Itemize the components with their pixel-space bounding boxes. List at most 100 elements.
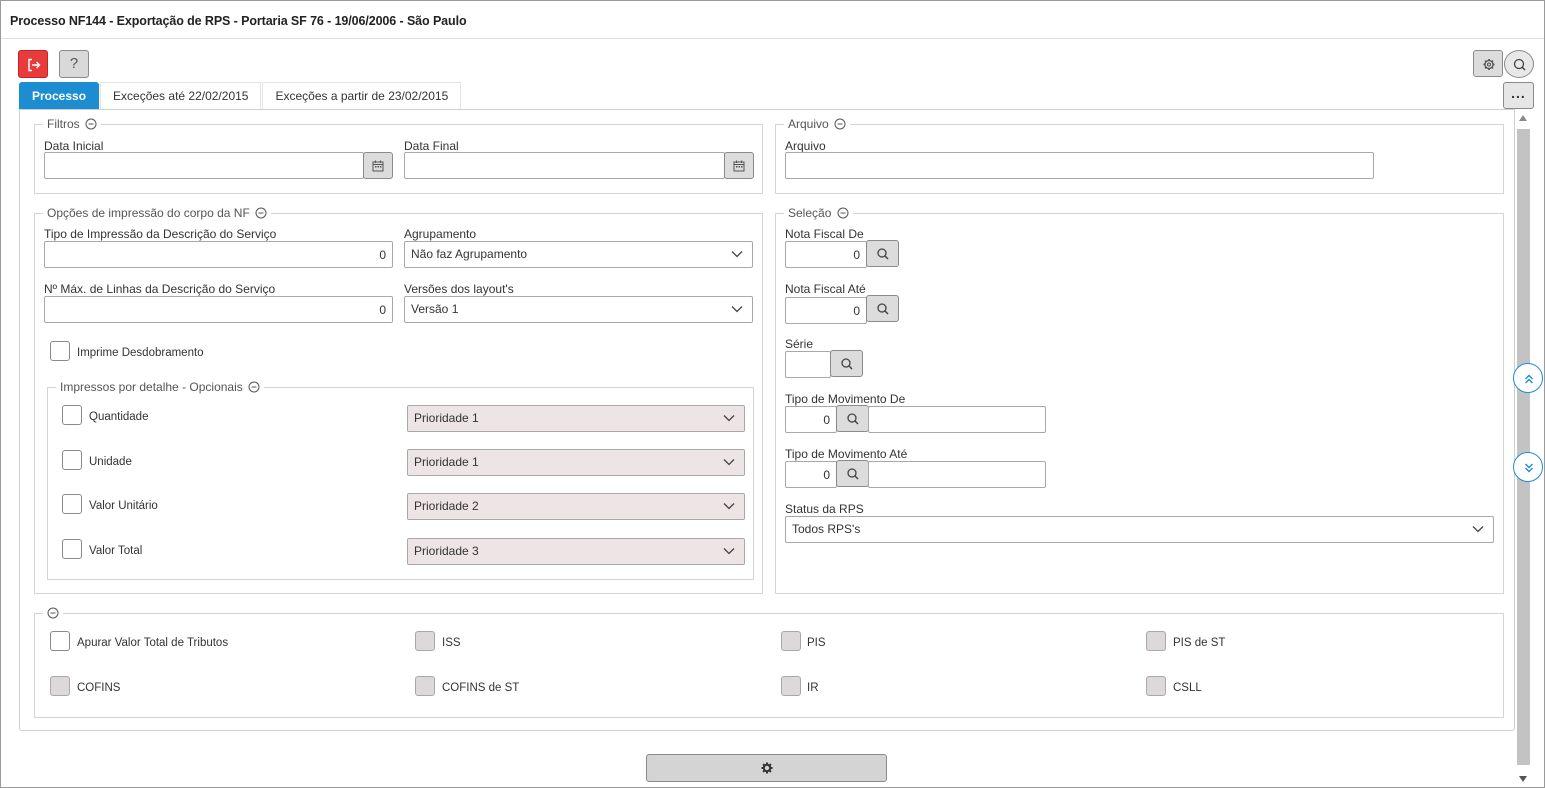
scroll-down-arrow-icon[interactable] xyxy=(1519,776,1527,782)
agrupamento-select[interactable]: Não faz Agrupamento xyxy=(404,241,753,268)
quantidade-checkbox[interactable] xyxy=(62,405,82,425)
window-title: Processo NF144 - Exportação de RPS - Por… xyxy=(10,14,467,28)
imprime-desdobramento-label: Imprime Desdobramento xyxy=(77,347,204,359)
tab-bar: Processo Exceções até 22/02/2015 Exceçõe… xyxy=(19,82,462,109)
data-inicial-input[interactable] xyxy=(44,152,364,179)
filtros-legend: Filtros xyxy=(47,117,80,131)
tipo-impressao-label: Tipo de Impressão da Descrição do Serviç… xyxy=(44,227,277,241)
status-rps-label: Status da RPS xyxy=(785,502,864,516)
help-icon: ? xyxy=(69,55,79,72)
nf-ate-input[interactable] xyxy=(785,297,867,324)
vertical-scrollbar[interactable] xyxy=(1515,111,1531,786)
iss-checkbox[interactable] xyxy=(415,631,435,651)
data-inicial-calendar-button[interactable] xyxy=(363,152,393,179)
pis-checkbox[interactable] xyxy=(781,631,801,651)
ellipsis-icon: ... xyxy=(1511,85,1526,101)
execute-process-button[interactable] xyxy=(646,754,887,782)
valor-total-label: Valor Total xyxy=(89,545,143,557)
nf-de-input[interactable] xyxy=(785,241,867,268)
status-rps-value: Todos RPS's xyxy=(792,522,861,536)
collapse-icon[interactable] xyxy=(837,207,849,219)
tab-excecoes-ate[interactable]: Exceções até 22/02/2015 xyxy=(100,82,262,109)
serie-input[interactable] xyxy=(785,351,831,378)
tipo-impressao-input[interactable] xyxy=(44,241,393,268)
tm-ate-description-input[interactable] xyxy=(868,461,1046,488)
more-options-button[interactable]: ... xyxy=(1503,82,1534,109)
tm-de-search-button[interactable] xyxy=(836,405,869,432)
tm-de-input[interactable] xyxy=(785,406,837,433)
arquivo-label: Arquivo xyxy=(785,139,826,153)
cofins-st-checkbox[interactable] xyxy=(415,676,435,696)
help-button[interactable]: ? xyxy=(59,50,89,78)
search-icon xyxy=(846,412,859,425)
data-final-calendar-button[interactable] xyxy=(724,152,754,179)
csll-checkbox[interactable] xyxy=(1146,676,1166,696)
valor-unitario-label: Valor Unitário xyxy=(89,500,158,512)
chevron-down-icon xyxy=(723,503,735,510)
opcoes-legend: Opções de impressão do corpo da NF xyxy=(47,206,250,220)
apurar-tributos-label: Apurar Valor Total de Tributos xyxy=(77,637,229,649)
versoes-label: Versões dos layout's xyxy=(404,282,514,296)
cofins-checkbox[interactable] xyxy=(50,676,70,696)
cofins-label: COFINS xyxy=(77,682,121,694)
tm-ate-input[interactable] xyxy=(785,461,837,488)
collapse-icon[interactable] xyxy=(834,118,846,130)
tm-de-label: Tipo de Movimento De xyxy=(785,392,906,406)
arquivo-legend: Arquivo xyxy=(788,117,829,131)
valor-total-priority-select[interactable]: Prioridade 3 xyxy=(407,538,745,565)
double-chevron-up-icon xyxy=(1525,374,1533,384)
agrupamento-value: Não faz Agrupamento xyxy=(411,247,528,261)
scroll-bottom-button[interactable] xyxy=(1513,452,1543,482)
collapse-icon[interactable] xyxy=(248,381,260,393)
collapse-icon[interactable] xyxy=(85,118,97,130)
impressos-legend: Impressos por detalhe - Opcionais xyxy=(60,380,243,394)
search-button[interactable] xyxy=(1504,50,1534,78)
tm-ate-search-button[interactable] xyxy=(836,460,869,487)
settings-button[interactable] xyxy=(1473,50,1503,77)
cofins-st-label: COFINS de ST xyxy=(442,682,520,694)
collapse-icon[interactable] xyxy=(255,207,267,219)
tm-de-description-input[interactable] xyxy=(868,406,1046,433)
scroll-top-button[interactable] xyxy=(1513,363,1543,393)
valor-unitario-checkbox[interactable] xyxy=(62,494,82,514)
valor-unitario-priority-select[interactable]: Prioridade 2 xyxy=(407,493,745,520)
ir-checkbox[interactable] xyxy=(781,676,801,696)
valor-total-checkbox[interactable] xyxy=(62,539,82,559)
pis-st-label: PIS de ST xyxy=(1173,637,1226,649)
gear-icon xyxy=(761,762,772,774)
selecao-legend: Seleção xyxy=(788,206,832,220)
ir-label: IR xyxy=(807,682,819,694)
versoes-value: Versão 1 xyxy=(411,302,459,316)
apurar-tributos-checkbox[interactable] xyxy=(50,631,70,651)
data-final-input[interactable] xyxy=(404,152,725,179)
max-linhas-input[interactable] xyxy=(44,296,393,323)
exit-button[interactable] xyxy=(18,50,48,78)
scroll-up-arrow-icon[interactable] xyxy=(1519,115,1527,121)
status-rps-select[interactable]: Todos RPS's xyxy=(785,516,1494,543)
chevron-down-icon xyxy=(723,459,735,466)
unidade-priority-select[interactable]: Prioridade 1 xyxy=(407,449,745,476)
serie-search-button[interactable] xyxy=(830,350,863,377)
pis-st-checkbox[interactable] xyxy=(1146,631,1166,651)
tab-processo[interactable]: Processo xyxy=(19,82,100,109)
unidade-checkbox[interactable] xyxy=(62,450,82,470)
pis-label: PIS xyxy=(807,637,826,649)
calendar-icon xyxy=(372,160,384,171)
tributos-group xyxy=(34,606,1504,718)
nf-de-search-button[interactable] xyxy=(866,240,899,267)
search-icon xyxy=(876,247,889,260)
imprime-desdobramento-checkbox[interactable] xyxy=(50,341,70,361)
scrollbar-thumb[interactable] xyxy=(1517,129,1530,765)
collapse-icon[interactable] xyxy=(47,607,59,619)
tm-ate-label: Tipo de Movimento Até xyxy=(785,447,908,461)
quantidade-priority-select[interactable]: Prioridade 1 xyxy=(407,405,745,432)
nf-ate-search-button[interactable] xyxy=(866,295,899,322)
tab-excecoes-a-partir[interactable]: Exceções a partir de 23/02/2015 xyxy=(262,82,462,109)
arquivo-input[interactable] xyxy=(785,152,1374,179)
chevron-down-icon xyxy=(731,306,743,313)
valor-total-priority-value: Prioridade 3 xyxy=(414,544,479,558)
agrupamento-label: Agrupamento xyxy=(404,227,477,241)
iss-label: ISS xyxy=(442,637,461,649)
versoes-select[interactable]: Versão 1 xyxy=(404,296,753,323)
serie-label: Série xyxy=(785,337,814,351)
